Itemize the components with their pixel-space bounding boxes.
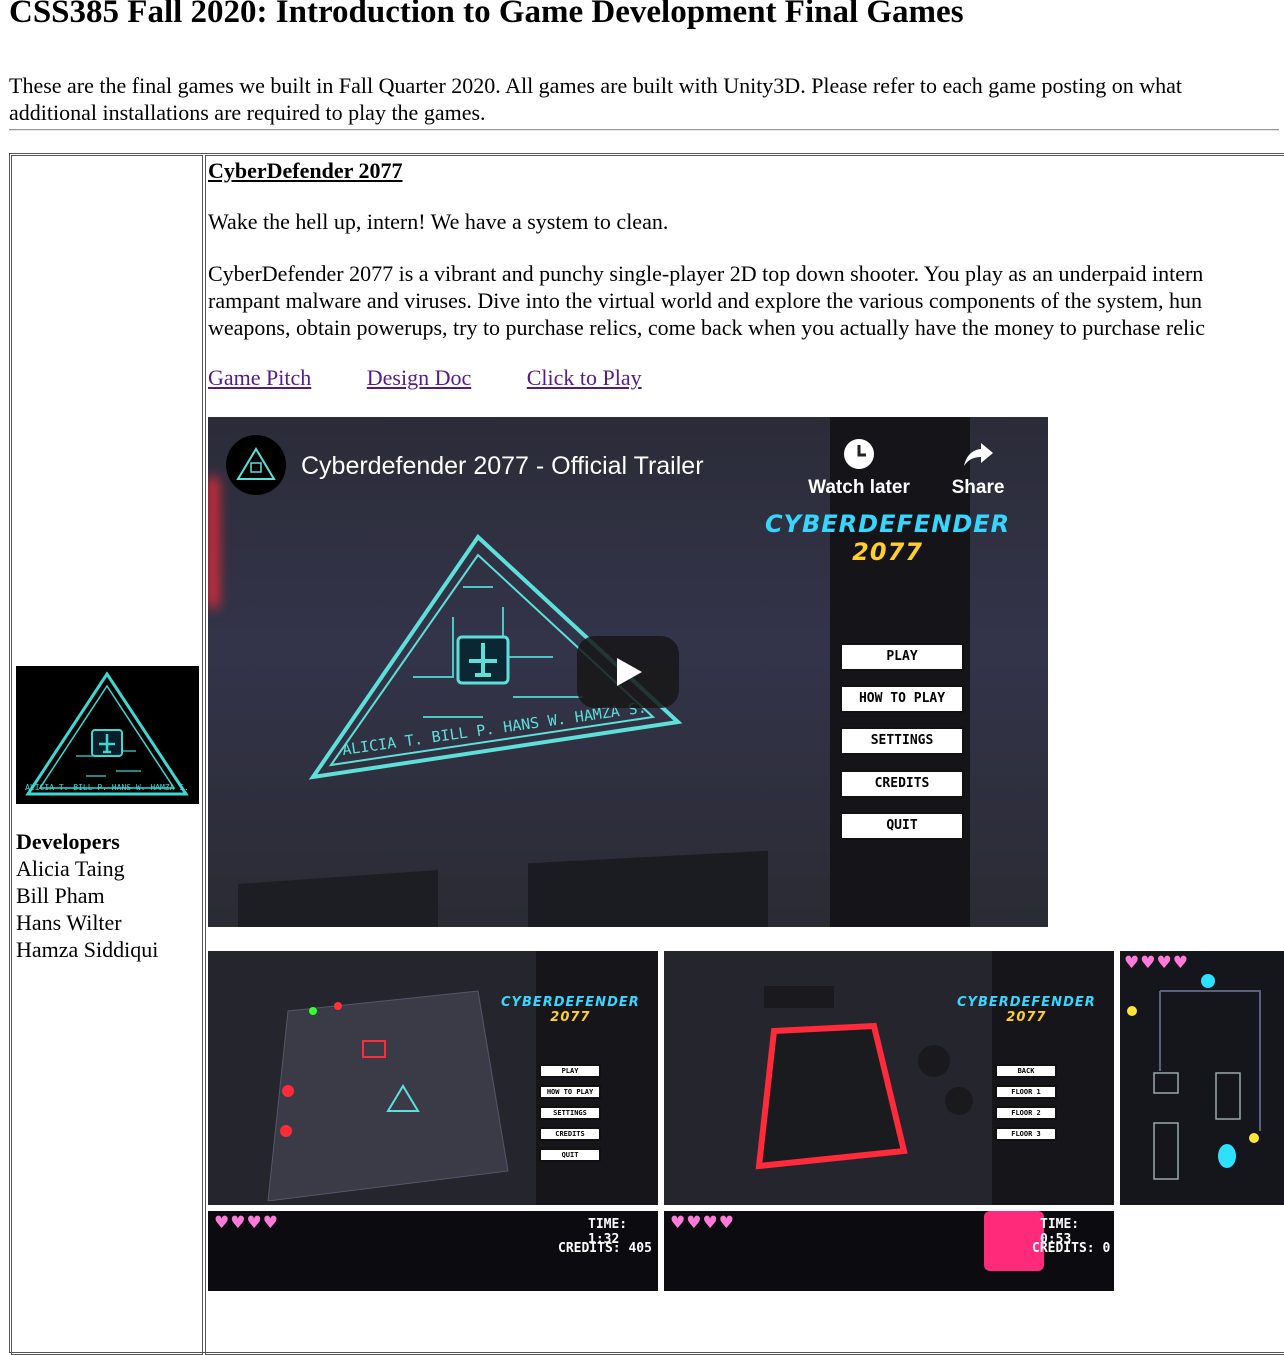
description-line: rampant malware and viruses. Dive into t…: [208, 288, 1203, 313]
horizontal-divider: [9, 129, 1279, 131]
share-button[interactable]: Share: [923, 437, 1033, 499]
menu-play-button: PLAY: [539, 1064, 601, 1078]
screenshot-main-menu[interactable]: CYBERDEFENDER 2077 PLAY HOW TO PLAY SETT…: [208, 951, 658, 1205]
game-description: CyberDefender 2077 is a vibrant and punc…: [208, 260, 1284, 341]
menu-how-to-play-button: HOW TO PLAY: [539, 1085, 601, 1099]
video-play-button[interactable]: [577, 636, 679, 708]
developers-heading: Developers: [16, 829, 120, 854]
menu-settings-button: SETTINGS: [539, 1106, 601, 1120]
screenshot-floor-select[interactable]: CYBERDEFENDER 2077 BACK FLOOR 1 FLOOR 2 …: [664, 951, 1114, 1205]
description-line: weapons, obtain powerups, try to purchas…: [208, 315, 1205, 340]
menu-panel: [536, 951, 658, 1205]
health-hearts: ♥♥♥♥: [670, 1213, 735, 1233]
game-logo-line1: CYBERDEFENDER: [765, 510, 1011, 538]
menu-panel: [992, 951, 1114, 1205]
developers-list: Developers Alicia Taing Bill Pham Hans W…: [16, 828, 158, 963]
video-title[interactable]: Cyberdefender 2077 - Official Trailer: [301, 452, 704, 481]
developer-name: Hans Wilter: [16, 910, 122, 935]
page-title: CSS385 Fall 2020: Introduction to Game D…: [9, 0, 964, 30]
game-pitch-link[interactable]: Game Pitch: [208, 365, 311, 390]
game-logo-line2: 2077: [550, 1010, 591, 1025]
design-doc-link[interactable]: Design Doc: [367, 365, 471, 390]
circuit-board-icon: [267, 990, 509, 1201]
credits-readout: CREDITS: 0: [1032, 1241, 1111, 1256]
developer-name: Bill Pham: [16, 883, 105, 908]
game-logo-line2: 2077: [1006, 1010, 1047, 1025]
watch-later-label: Watch later: [808, 477, 910, 498]
screenshot-gameplay-level[interactable]: ♥♥♥♥ TIME: 1:32 CREDITS: 405: [208, 1211, 658, 1291]
floor-block: [528, 850, 768, 927]
team-logo-image: ALICIA T. BILL P. HANS W. HAMZA S.: [16, 666, 199, 804]
menu-credits-button: CREDITS: [840, 770, 964, 798]
game-links: Game Pitch Design Doc Click to Play: [208, 365, 692, 391]
screenshot-gameplay-boss[interactable]: ♥♥♥♥ TIME: 0:53 CREDITS: 0: [664, 1211, 1114, 1291]
menu-quit-button: QUIT: [840, 812, 964, 840]
floor-block: [238, 870, 438, 927]
game-logo-text: CYBERDEFENDER 2077: [501, 995, 640, 1025]
game-logo-text: CYBERDEFENDER 2077: [957, 995, 1096, 1025]
game-logo-line1: CYBERDEFENDER: [957, 995, 1096, 1010]
health-hearts: ♥♥♥♥: [214, 1213, 279, 1233]
menu-floor3-button: FLOOR 3: [995, 1127, 1057, 1141]
game-logo-line2: 2077: [852, 538, 923, 566]
map-layout-icon: [1127, 974, 1261, 1180]
trailer-video-player[interactable]: ALICIA T. BILL P. HANS W. HAMZA S. Cyber…: [208, 417, 1048, 927]
watch-later-button[interactable]: Watch later: [804, 437, 914, 499]
team-logo-triangle-icon: ALICIA T. BILL P. HANS W. HAMZA S.: [25, 671, 189, 796]
menu-floor2-button: FLOOR 2: [995, 1106, 1057, 1120]
game-logo-line1: CYBERDEFENDER: [501, 995, 640, 1010]
share-arrow-icon: [964, 443, 993, 466]
developer-name: Alicia Taing: [16, 856, 125, 881]
menu-how-to-play-button: HOW TO PLAY: [840, 685, 964, 713]
game-title-link[interactable]: CyberDefender 2077: [208, 158, 403, 184]
neon-platform-icon: [755, 986, 973, 1170]
channel-logo-icon: [236, 447, 276, 480]
credits-readout: CREDITS: 405: [558, 1241, 652, 1256]
share-label: Share: [951, 477, 1005, 498]
menu-credits-button: CREDITS: [539, 1127, 601, 1141]
clock-icon: [844, 439, 874, 469]
health-hearts: ♥♥♥♥: [1124, 953, 1189, 973]
page-intro: These are the final games we built in Fa…: [9, 73, 1183, 125]
description-line: CyberDefender 2077 is a vibrant and punc…: [208, 261, 1204, 286]
menu-floor1-button: FLOOR 1: [995, 1085, 1057, 1099]
menu-settings-button: SETTINGS: [840, 727, 964, 755]
channel-avatar[interactable]: [226, 435, 286, 495]
game-tagline: Wake the hell up, intern! We have a syst…: [208, 209, 669, 234]
play-triangle-icon: [617, 658, 642, 686]
svg-text:ALICIA T. BILL P. HANS W. H: ALICIA T. BILL P. HANS W. HAMZA S.: [25, 783, 189, 792]
menu-quit-button: QUIT: [539, 1148, 601, 1162]
screenshot-gameplay-map[interactable]: ♥♥♥♥: [1120, 951, 1284, 1205]
menu-back-button: BACK: [995, 1064, 1057, 1078]
game-logo-text: CYBERDEFENDER 2077: [765, 510, 1010, 566]
developer-name: Hamza Siddiqui: [16, 937, 159, 962]
menu-play-button: PLAY: [840, 643, 964, 671]
neon-glow: [208, 477, 218, 607]
click-to-play-link[interactable]: Click to Play: [527, 365, 642, 390]
